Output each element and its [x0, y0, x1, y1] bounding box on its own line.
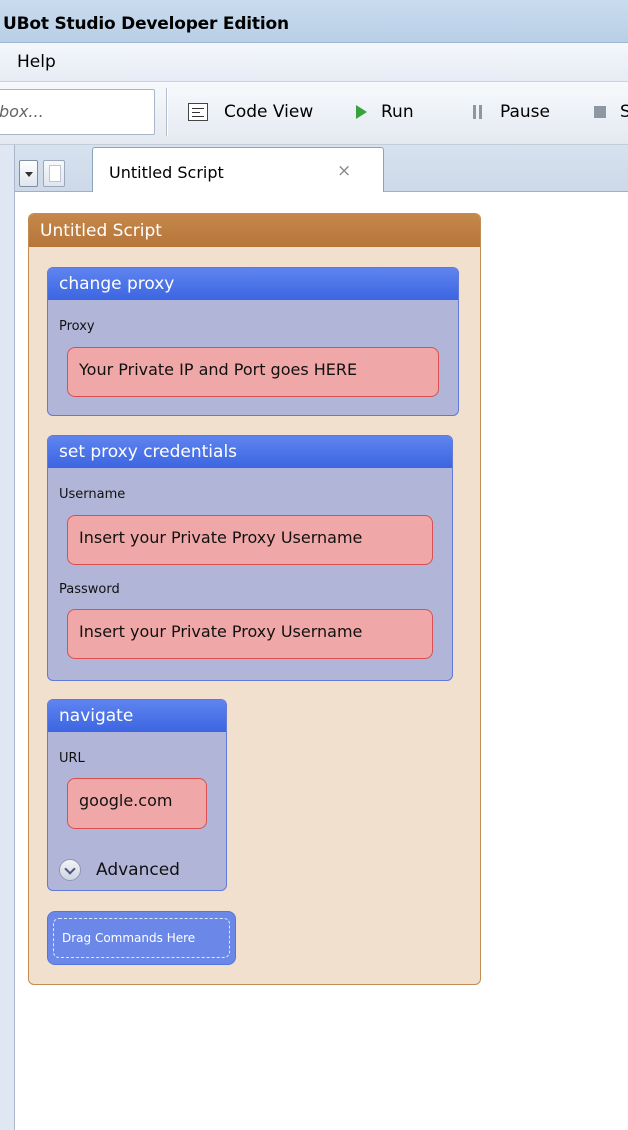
- run-label: Run: [381, 102, 414, 122]
- param-label-password: Password: [59, 582, 120, 597]
- dropzone-border: Drag Commands Here: [53, 918, 230, 958]
- command-title: change proxy: [59, 274, 175, 294]
- window-title: UBot Studio Developer Edition: [3, 14, 289, 34]
- menu-bar: Help: [0, 43, 628, 82]
- advanced-toggle[interactable]: Advanced: [96, 860, 180, 880]
- toolbar-separator: [166, 88, 167, 136]
- left-panel-edge: [0, 145, 15, 1130]
- password-field[interactable]: Insert your Private Proxy Username: [67, 609, 433, 659]
- command-set-proxy-credentials[interactable]: set proxy credentials Username Insert yo…: [47, 435, 453, 681]
- window-title-bar: UBot Studio Developer Edition: [0, 0, 628, 43]
- toolbar: box... Code View Run Pause S: [0, 82, 628, 145]
- script-title: Untitled Script: [40, 221, 162, 241]
- document-icon[interactable]: [43, 160, 65, 187]
- pause-label: Pause: [500, 102, 550, 122]
- command-header: change proxy: [48, 268, 458, 300]
- proxy-field[interactable]: Your Private IP and Port goes HERE: [67, 347, 439, 397]
- param-value-text: Insert your Private Proxy Username: [79, 528, 363, 547]
- url-field[interactable]: google.com: [67, 778, 207, 829]
- code-view-label: Code View: [224, 102, 314, 122]
- command-title: set proxy credentials: [59, 442, 238, 462]
- command-search-input[interactable]: box...: [0, 89, 155, 135]
- expand-circle-icon[interactable]: [59, 859, 81, 881]
- tab-untitled-script[interactable]: Untitled Script ×: [92, 147, 384, 193]
- param-label-url: URL: [59, 751, 85, 766]
- code-view-icon: [188, 103, 208, 121]
- search-placeholder: box...: [0, 102, 44, 121]
- close-icon[interactable]: ×: [337, 161, 351, 181]
- command-header: navigate: [48, 700, 226, 732]
- param-value-text: Insert your Private Proxy Username: [79, 622, 363, 641]
- command-change-proxy[interactable]: change proxy Proxy Your Private IP and P…: [47, 267, 459, 416]
- command-title: navigate: [59, 706, 134, 726]
- command-navigate[interactable]: navigate URL google.com Advanced: [47, 699, 227, 891]
- pause-icon: [473, 105, 484, 119]
- chevron-down-icon[interactable]: [19, 160, 38, 187]
- play-icon: [356, 105, 367, 119]
- tab-label: Untitled Script: [109, 163, 224, 182]
- username-field[interactable]: Insert your Private Proxy Username: [67, 515, 433, 565]
- drag-placeholder-text: Drag Commands Here: [62, 931, 196, 945]
- stop-icon: [594, 106, 606, 118]
- command-header: set proxy credentials: [48, 436, 452, 468]
- drag-commands-dropzone[interactable]: Drag Commands Here: [47, 911, 236, 965]
- param-value-text: Your Private IP and Port goes HERE: [79, 360, 358, 379]
- param-label-username: Username: [59, 487, 126, 502]
- param-label-proxy: Proxy: [59, 319, 95, 334]
- stop-label: S: [620, 102, 628, 122]
- param-value-text: google.com: [79, 791, 173, 810]
- tab-bar: Untitled Script ×: [15, 145, 628, 193]
- menu-help[interactable]: Help: [17, 52, 56, 72]
- script-header: Untitled Script: [29, 214, 480, 247]
